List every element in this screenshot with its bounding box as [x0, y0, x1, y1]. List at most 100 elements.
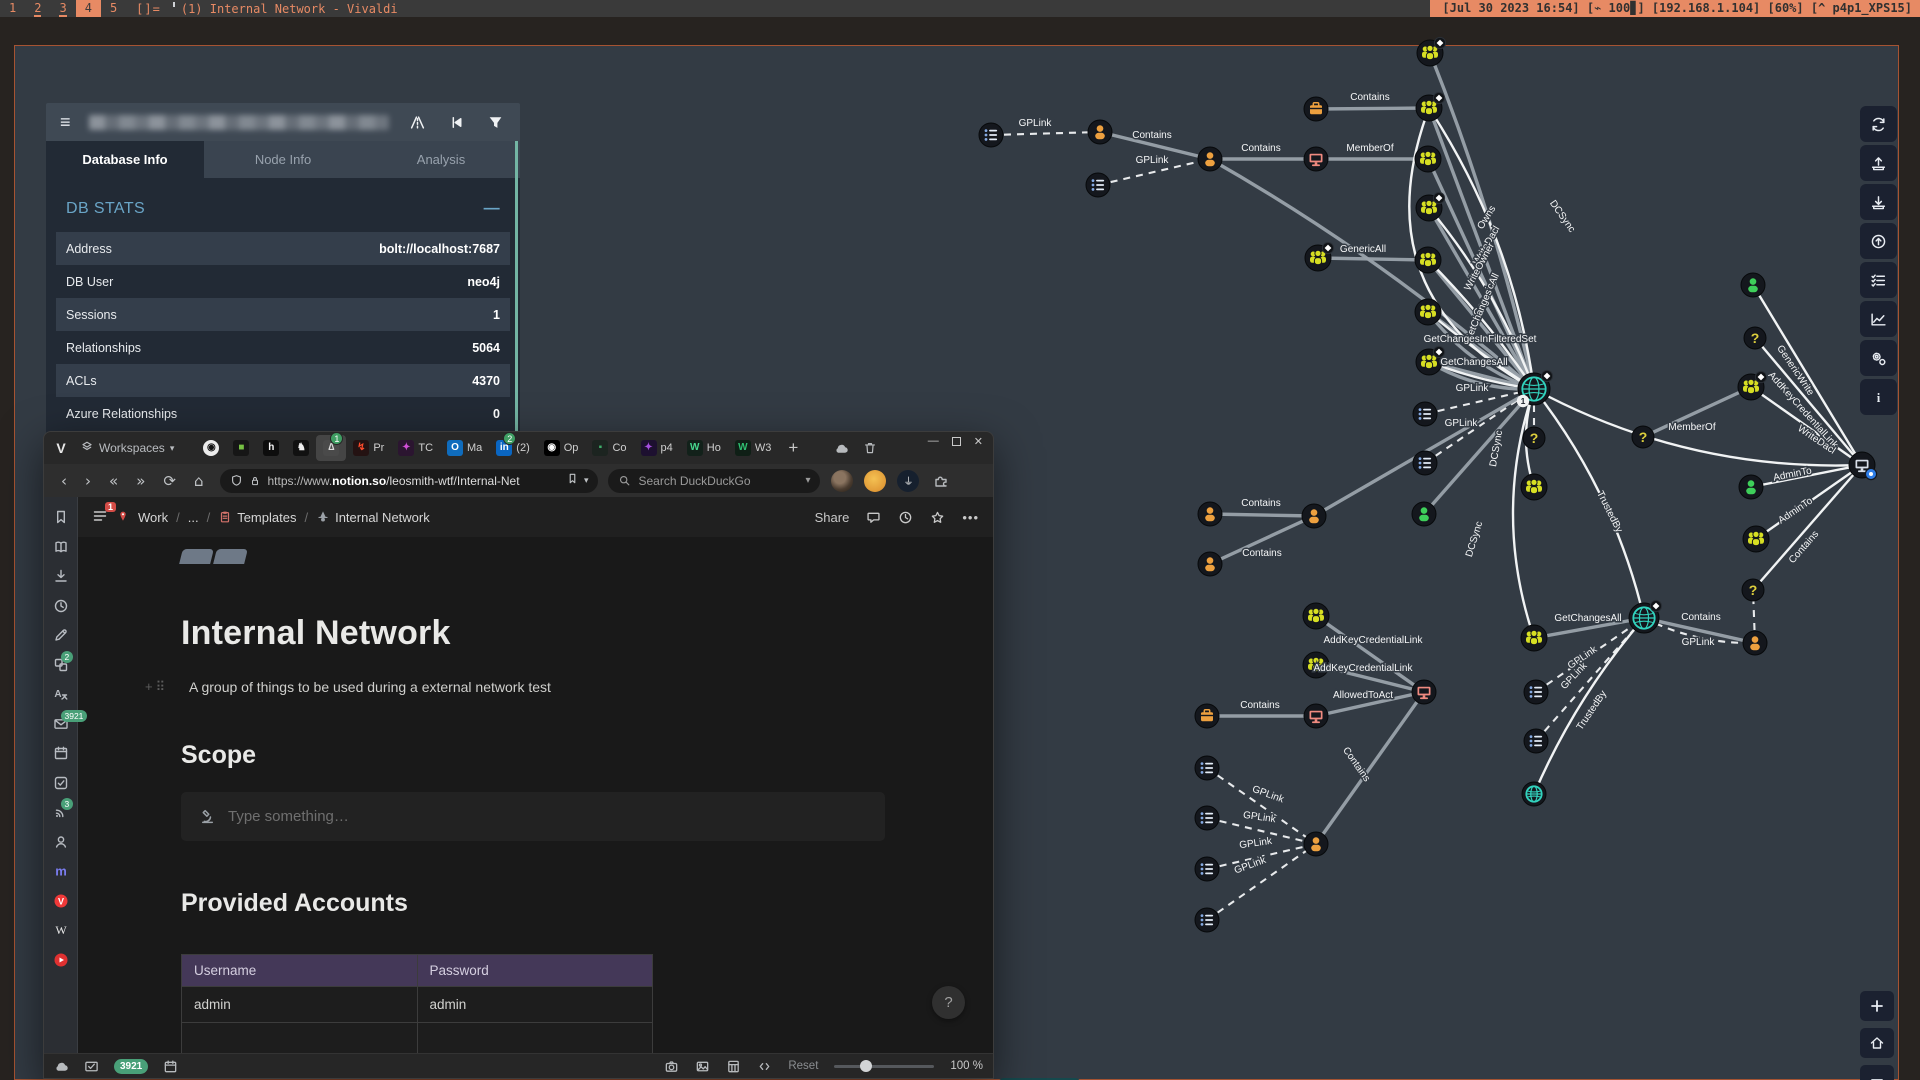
star-icon[interactable]: [930, 510, 945, 525]
chart-button[interactable]: [1860, 301, 1897, 337]
zoom-slider[interactable]: [834, 1065, 934, 1068]
home-button[interactable]: ⌂: [187, 472, 211, 490]
circle-up-button[interactable]: [1860, 223, 1897, 259]
panel-history-icon[interactable]: [53, 598, 69, 614]
breadcrumb-item[interactable]: Work: [138, 510, 168, 525]
tab-analysis[interactable]: Analysis: [362, 141, 520, 178]
new-tab-button[interactable]: +: [778, 438, 808, 458]
browser-tab-op[interactable]: ◉Op: [537, 435, 586, 461]
graph-node-o[interactable]: [1195, 857, 1219, 881]
graph-node-o[interactable]: [1086, 173, 1110, 197]
graph-node-g[interactable]: [1415, 247, 1441, 273]
graph-node-g[interactable]: [1416, 346, 1445, 375]
account-avatar[interactable]: [864, 470, 886, 492]
graph-node-u[interactable]: [1743, 631, 1767, 655]
graph-node-g[interactable]: [1416, 192, 1445, 221]
graph-node-d[interactable]: [1629, 600, 1662, 633]
graph-node-q[interactable]: ?: [1523, 427, 1545, 449]
view-tab[interactable]: [213, 549, 248, 564]
graph-node-o[interactable]: [1195, 806, 1219, 830]
breadcrumb-item[interactable]: Templates: [218, 510, 296, 525]
browser-tab-github[interactable]: ◉: [196, 435, 226, 461]
trash-icon[interactable]: [863, 441, 877, 456]
checklist-button[interactable]: [1860, 262, 1897, 298]
browser-tab-hashnode[interactable]: h: [256, 435, 286, 461]
fast-forward-button[interactable]: »: [129, 472, 152, 490]
graph-node-k[interactable]: [1304, 97, 1328, 121]
notion-menu-icon[interactable]: 1: [92, 508, 108, 527]
browser-tab-co[interactable]: ▪Co: [585, 435, 633, 461]
panel-play-icon[interactable]: [53, 952, 69, 968]
panel-book-icon[interactable]: [53, 539, 69, 555]
browser-tab-wizard-notion[interactable]: ∆1: [316, 435, 346, 461]
tmux-window-3[interactable]: 3: [50, 0, 75, 17]
browser-tab-lightning[interactable]: ↯Pr: [346, 435, 391, 461]
graph-node-u[interactable]: [1198, 502, 1222, 526]
panel-rss-icon[interactable]: 3: [53, 804, 69, 820]
search-field[interactable]: Search DuckDuckGo ▾: [608, 469, 820, 493]
panel-calendar-icon[interactable]: [53, 745, 69, 761]
bookmark-flag-icon[interactable]: [566, 472, 579, 490]
graph-node-q[interactable]: ?: [1742, 579, 1764, 601]
graph-node-u[interactable]: [1741, 273, 1765, 297]
graph-node-o[interactable]: [1524, 729, 1548, 753]
panel-wikipedia-icon[interactable]: W: [53, 922, 69, 938]
collapse-icon[interactable]: —: [484, 200, 500, 218]
browser-tab-cube[interactable]: ■: [226, 435, 256, 461]
reload-button[interactable]: ⟳: [156, 472, 183, 490]
vivaldi-logo-icon[interactable]: V: [50, 437, 72, 459]
graph-node-u[interactable]: [1739, 475, 1763, 499]
browser-tab-wise[interactable]: WHo: [680, 435, 728, 461]
graph-node-d[interactable]: [1522, 782, 1546, 806]
menu-icon[interactable]: ≡: [46, 112, 85, 133]
panel-windows-icon[interactable]: 2: [53, 657, 69, 673]
panel-tasks-icon[interactable]: [53, 775, 69, 791]
graph-node-o[interactable]: [1413, 451, 1437, 475]
zoom-slider-knob[interactable]: [860, 1060, 872, 1072]
search-bar[interactable]: ≡: [46, 103, 520, 141]
tmux-window-2[interactable]: 2: [25, 0, 50, 17]
info-button[interactable]: i: [1860, 379, 1897, 415]
page-tiling-icon[interactable]: [726, 1059, 741, 1074]
route-icon[interactable]: [409, 114, 426, 131]
table-row[interactable]: [182, 1023, 653, 1054]
graph-node-o[interactable]: [1195, 908, 1219, 932]
browser-tab-knight[interactable]: ♞: [286, 435, 316, 461]
graph-node-g[interactable]: [1738, 371, 1767, 400]
back-button[interactable]: ‹: [54, 472, 74, 490]
panel-translate-icon[interactable]: A: [53, 686, 69, 702]
tray-up-button[interactable]: [1860, 145, 1897, 181]
graph-node-g[interactable]: [1305, 242, 1334, 271]
panel-contacts-icon[interactable]: [53, 834, 69, 850]
graph-node-g[interactable]: [1521, 474, 1547, 500]
graph-node-c[interactable]: [1304, 704, 1328, 728]
zoom-plus-button[interactable]: [1860, 991, 1894, 1021]
sync-cloud-icon[interactable]: [834, 441, 849, 456]
history-clock-icon[interactable]: [898, 510, 913, 525]
refresh-button[interactable]: [1860, 106, 1897, 142]
panel-mail-icon[interactable]: 3921: [53, 716, 69, 732]
graph-node-u[interactable]: [1412, 502, 1436, 526]
zoom-reset-label[interactable]: Reset: [788, 1060, 818, 1072]
share-button[interactable]: Share: [815, 510, 850, 525]
filter-icon[interactable]: [487, 114, 504, 131]
graph-node-g[interactable]: [1415, 146, 1441, 172]
table-cell[interactable]: admin: [417, 987, 653, 1023]
minimize-button[interactable]: —: [928, 435, 939, 448]
graph-node-q[interactable]: ?: [1632, 426, 1654, 448]
browser-tab-linkedin[interactable]: in(2)2: [489, 435, 536, 461]
panel-bookmark-icon[interactable]: [53, 509, 69, 525]
graph-node-ct[interactable]: [1849, 452, 1877, 480]
ghostery-icon[interactable]: ⏚: [897, 470, 919, 492]
tray-down-button[interactable]: [1860, 184, 1897, 220]
search-input[interactable]: [89, 115, 389, 130]
mail-check-icon[interactable]: [84, 1059, 99, 1074]
graph-node-g[interactable]: [1303, 603, 1329, 629]
rewind-button[interactable]: «: [102, 472, 125, 490]
graph-node-c[interactable]: [1304, 147, 1328, 171]
add-block-icon[interactable]: +: [145, 679, 152, 695]
gears-button[interactable]: [1860, 340, 1897, 376]
profile-avatar[interactable]: [831, 470, 853, 492]
graph-node-g[interactable]: [1417, 37, 1446, 66]
browser-tab-tc[interactable]: ✦TC: [391, 435, 440, 461]
